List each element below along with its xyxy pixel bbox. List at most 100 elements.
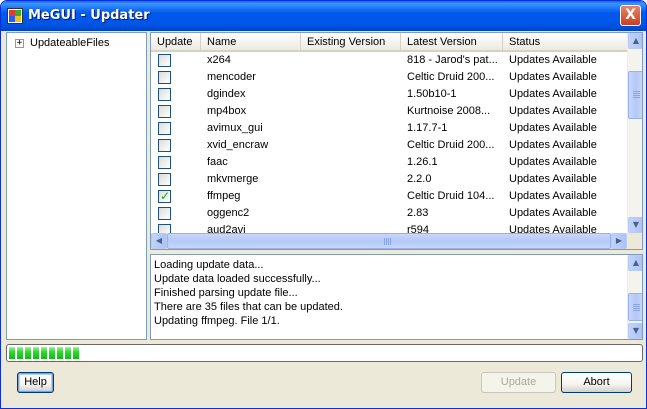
table-row[interactable]: ✓ ffmpeg Celtic Druid 104... Updates Availa… — [151, 188, 627, 205]
cell-status: Updates Available — [509, 173, 597, 185]
log-lines: Loading update data... Update data loaded… — [154, 258, 624, 328]
table-row[interactable]: avimux_gui 1.17.7-1 Updates Available — [151, 120, 627, 137]
scroll-down-arrow-icon[interactable]: ▼ — [628, 217, 642, 233]
column-header-existing-version[interactable]: Existing Version — [301, 33, 401, 52]
cell-existing-version — [307, 52, 399, 69]
progress-chunk — [17, 347, 23, 359]
progress-chunk — [41, 347, 47, 359]
grid-rows: x264 818 - Jarod's pat... Updates Availabl… — [151, 52, 627, 233]
table-row[interactable]: mkvmerge 2.2.0 Updates Available — [151, 171, 627, 188]
scroll-right-arrow-icon[interactable]: ▶ — [611, 233, 627, 249]
table-row[interactable]: aud2avi r594 Updates Available — [151, 222, 627, 233]
close-button[interactable]: X — [620, 5, 641, 26]
cell-latest-version: r594 — [407, 224, 430, 233]
table-row[interactable]: dgindex 1.50b10-1 Updates Available — [151, 86, 627, 103]
update-checkbox[interactable] — [158, 207, 171, 220]
log-line: Finished parsing update file... — [154, 287, 298, 299]
window-title: MeGUI - Updater — [28, 8, 150, 23]
update-checkbox[interactable] — [158, 173, 171, 186]
grid-horizontal-scrollbar[interactable]: ◀ ▶ — [151, 233, 627, 249]
update-checkbox[interactable] — [158, 105, 171, 118]
checkmark-icon: ✓ — [160, 189, 171, 203]
cell-latest-version: 1.50b10-1 — [407, 88, 457, 100]
megui-app-icon[interactable] — [7, 8, 23, 24]
column-header-name[interactable]: Name — [201, 33, 301, 52]
cell-status: Updates Available — [509, 224, 597, 233]
progress-fill — [9, 347, 81, 359]
cell-status: Updates Available — [509, 207, 597, 219]
cell-existing-version — [307, 205, 399, 222]
update-checkbox[interactable] — [158, 224, 171, 233]
cell-name: aud2avi — [207, 224, 246, 233]
table-row[interactable]: xvid_encraw Celtic Druid 200... Updates Av… — [151, 137, 627, 154]
table-row[interactable]: oggenc2 2.83 Updates Available — [151, 205, 627, 222]
cell-existing-version — [307, 120, 399, 137]
column-header-update[interactable]: Update — [151, 33, 201, 52]
cell-latest-version: Celtic Druid 200... — [407, 139, 495, 151]
help-button[interactable]: Help — [17, 372, 54, 393]
column-header-status[interactable]: Status — [503, 33, 627, 52]
cell-name: oggenc2 — [207, 207, 250, 219]
table-row[interactable]: x264 818 - Jarod's pat... Updates Availabl… — [151, 52, 627, 69]
title-bar[interactable]: MeGUI - Updater X — [1, 1, 646, 31]
update-button[interactable]: Update — [481, 372, 556, 393]
progress-chunk — [25, 347, 31, 359]
cell-existing-version — [307, 171, 399, 188]
update-checkbox[interactable] — [158, 122, 171, 135]
grid-scroll-thumb[interactable] — [628, 71, 642, 119]
cell-name: faac — [207, 156, 228, 168]
progress-chunk — [65, 347, 71, 359]
cell-status: Updates Available — [509, 105, 597, 117]
update-checkbox[interactable]: ✓ — [158, 189, 171, 203]
progress-chunk — [57, 347, 63, 359]
log-line: Update data loaded successfully... — [154, 273, 321, 285]
close-icon: X — [625, 7, 636, 23]
cell-name: mkvmerge — [207, 173, 259, 185]
expand-plus-icon[interactable]: + — [15, 38, 24, 48]
log-scroll-thumb[interactable] — [628, 293, 642, 321]
update-checkbox[interactable] — [158, 156, 171, 169]
cell-name: mencoder — [207, 71, 256, 83]
cell-existing-version — [307, 188, 399, 205]
log-line: There are 35 files that can be updated. — [154, 301, 343, 313]
cell-existing-version — [307, 137, 399, 154]
update-checkbox[interactable] — [158, 71, 171, 84]
column-header-latest-version[interactable]: Latest Version — [401, 33, 503, 52]
grid-vertical-scrollbar[interactable]: ▲ ▼ — [627, 33, 642, 233]
table-row[interactable]: faac 1.26.1 Updates Available — [151, 154, 627, 171]
scroll-left-arrow-icon[interactable]: ◀ — [151, 233, 167, 249]
log-textbox[interactable]: Loading update data... Update data loaded… — [150, 254, 643, 340]
progress-chunk — [33, 347, 39, 359]
cell-existing-version — [307, 69, 399, 86]
table-row[interactable]: mp4box Kurtnoise 2008... Updates Available — [151, 103, 627, 120]
cell-status: Updates Available — [509, 190, 597, 202]
cell-latest-version: 2.2.0 — [407, 173, 432, 185]
cell-existing-version — [307, 154, 399, 171]
cell-latest-version: Celtic Druid 200... — [407, 71, 495, 83]
log-scroll-down-arrow-icon[interactable]: ▼ — [628, 323, 642, 339]
log-vertical-scrollbar[interactable]: ▲ ▼ — [627, 255, 642, 339]
cell-latest-version: 1.26.1 — [407, 156, 438, 168]
table-row[interactable]: mencoder Celtic Druid 200... Updates Avail… — [151, 69, 627, 86]
cell-existing-version — [307, 103, 399, 120]
log-scroll-up-arrow-icon[interactable]: ▲ — [628, 255, 642, 271]
cell-latest-version: 818 - Jarod's pat... — [407, 54, 498, 66]
file-tree[interactable]: + UpdateableFiles — [6, 32, 147, 340]
cell-status: Updates Available — [509, 156, 597, 168]
tree-node-updateablefiles[interactable]: + UpdateableFiles — [15, 36, 110, 50]
progress-chunk — [9, 347, 15, 359]
update-checkbox[interactable] — [158, 88, 171, 101]
grid-hscroll-thumb[interactable] — [167, 233, 611, 249]
cell-status: Updates Available — [509, 71, 597, 83]
update-checkbox[interactable] — [158, 54, 171, 67]
progress-chunk — [73, 347, 79, 359]
cell-name: x264 — [207, 54, 231, 66]
progress-chunk — [49, 347, 55, 359]
update-checkbox[interactable] — [158, 139, 171, 152]
grid-header: Update Name Existing Version Latest Vers… — [151, 33, 627, 52]
scroll-up-arrow-icon[interactable]: ▲ — [628, 33, 642, 49]
cell-latest-version: Kurtnoise 2008... — [407, 105, 491, 117]
client-area: + UpdateableFiles Update Name Existing V… — [4, 31, 643, 407]
abort-button[interactable]: Abort — [561, 372, 632, 393]
cell-name: avimux_gui — [207, 122, 263, 134]
